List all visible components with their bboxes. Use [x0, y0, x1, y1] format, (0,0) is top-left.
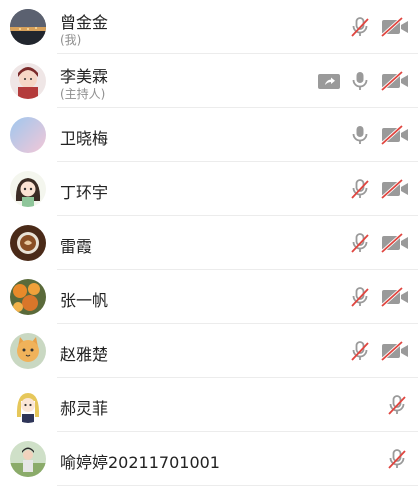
participant-row[interactable]: 郝灵菲 — [0, 378, 418, 432]
mic-muted-icon[interactable] — [349, 178, 371, 200]
participant-name: 郝灵菲 — [60, 399, 109, 418]
participant-row[interactable]: 张一帆 — [0, 270, 418, 324]
participant-row[interactable]: 赵雅楚 — [0, 324, 418, 378]
mic-icon[interactable] — [349, 124, 371, 146]
participant-name: 赵雅楚 — [60, 345, 109, 364]
participant-role: (主持人) — [60, 87, 106, 101]
mic-muted-icon[interactable] — [380, 394, 410, 416]
participant-name: 丁环宇 — [60, 183, 109, 202]
anime-blonde-avatar — [10, 387, 46, 423]
mic-muted-icon[interactable] — [349, 286, 371, 308]
camera-off-icon[interactable] — [380, 232, 410, 254]
participant-name: 卫晓梅 — [60, 129, 109, 148]
participant-role: (我) — [60, 33, 82, 47]
participant-row[interactable]: 丁环宇 — [0, 162, 418, 216]
night-city-avatar — [10, 9, 46, 45]
mic-muted-icon[interactable] — [349, 16, 371, 38]
participant-name: 李美霖 — [60, 67, 109, 86]
pastel-sky-avatar — [10, 117, 46, 153]
camera-off-icon[interactable] — [380, 340, 410, 362]
screen-share-icon[interactable] — [316, 70, 342, 92]
outdoor-photo-avatar — [10, 441, 46, 477]
camera-off-icon[interactable] — [380, 124, 410, 146]
coffee-cup-avatar — [10, 225, 46, 261]
anime-girl-avatar — [10, 63, 46, 99]
camera-off-icon[interactable] — [380, 70, 410, 92]
row-divider — [57, 485, 418, 486]
participant-name: 曾金金 — [60, 13, 109, 32]
cartoon-girl-avatar — [10, 171, 46, 207]
cat-avatar — [10, 333, 46, 369]
orange-flowers-avatar — [10, 279, 46, 315]
participant-name: 张一帆 — [60, 291, 109, 310]
participant-row[interactable]: 曾金金 (我) — [0, 0, 418, 54]
mic-muted-icon[interactable] — [349, 340, 371, 362]
camera-off-icon[interactable] — [380, 178, 410, 200]
camera-off-icon[interactable] — [380, 286, 410, 308]
participant-row[interactable]: 李美霖 (主持人) — [0, 54, 418, 108]
participant-row[interactable]: 喻婷婷20211701001 — [0, 432, 418, 486]
participant-row[interactable]: 卫晓梅 — [0, 108, 418, 162]
mic-icon[interactable] — [349, 70, 371, 92]
mic-muted-icon[interactable] — [349, 232, 371, 254]
participant-name: 雷霞 — [60, 237, 93, 256]
camera-off-icon[interactable] — [380, 16, 410, 38]
participant-list: 曾金金 (我) 李美霖 (主持人) 卫晓梅 丁环宇 雷霞 张一帆 赵雅楚 郝灵菲… — [0, 0, 418, 495]
participant-name: 喻婷婷20211701001 — [60, 453, 220, 472]
mic-muted-icon[interactable] — [380, 448, 410, 470]
participant-row[interactable]: 雷霞 — [0, 216, 418, 270]
